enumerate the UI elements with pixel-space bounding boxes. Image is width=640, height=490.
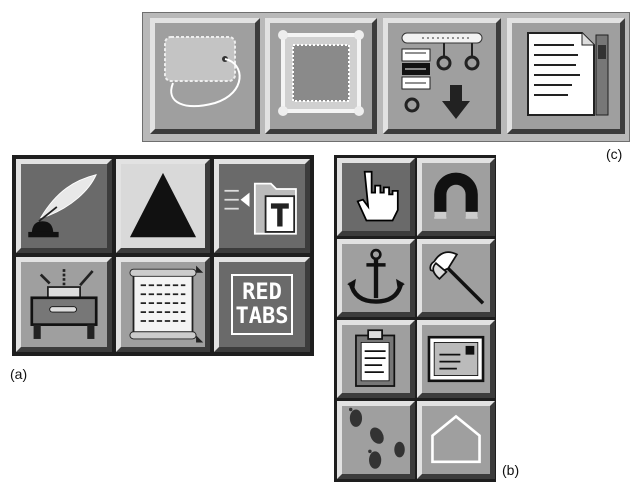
red-tabs-label: RED TABS [231, 274, 293, 335]
scroll-icon [129, 265, 204, 343]
triangle-button[interactable] [116, 159, 210, 253]
horseshoe-magnet-button[interactable] [417, 158, 495, 236]
folder-import-button[interactable] [214, 159, 310, 253]
luggage-tag-icon [164, 36, 241, 108]
document-scroll-icon [527, 32, 609, 116]
clipboard-button[interactable] [337, 320, 415, 398]
luggage-tag-button[interactable] [150, 18, 260, 134]
horseshoe-magnet-icon [434, 172, 478, 219]
clipboard-icon [355, 329, 396, 387]
triangle-icon [129, 172, 197, 238]
anchor-button[interactable] [337, 239, 415, 317]
axe-button[interactable] [417, 239, 495, 317]
picture-frame-icon [278, 30, 364, 116]
picture-frame-button[interactable] [265, 18, 377, 134]
folder-import-icon [224, 182, 297, 235]
axe-icon [429, 251, 485, 305]
label-c: (c) [606, 146, 623, 162]
envelope-card-button[interactable] [417, 320, 495, 398]
footprints-icon [348, 407, 405, 469]
document-scroll-button[interactable] [507, 18, 625, 134]
house-outline-icon [431, 414, 481, 464]
quill-inkwell-icon [28, 174, 97, 238]
label-a: (a) [10, 366, 28, 382]
list-download-button[interactable] [383, 18, 501, 134]
printing-press-button[interactable] [16, 257, 112, 352]
house-outline-button[interactable] [417, 401, 495, 479]
envelope-card-icon [427, 335, 485, 383]
pointing-hand-icon [356, 170, 399, 222]
label-b: (b) [502, 462, 520, 478]
red-tabs-button[interactable]: RED TABS [214, 257, 310, 352]
anchor-icon [347, 248, 405, 304]
quill-inkwell-button[interactable] [16, 159, 112, 253]
pointing-hand-button[interactable] [337, 158, 415, 236]
list-download-icon [401, 32, 483, 119]
footprints-button[interactable] [337, 401, 415, 479]
printing-press-icon [30, 269, 98, 339]
scroll-button[interactable] [116, 257, 210, 352]
